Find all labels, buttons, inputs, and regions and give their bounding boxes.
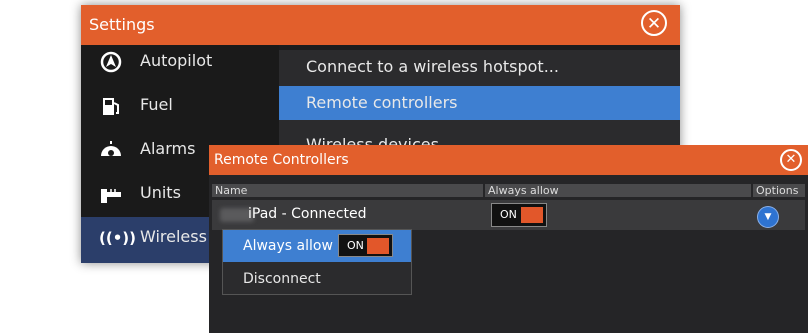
- toggle-state-label: ON: [347, 239, 364, 252]
- sidebar-item-fuel[interactable]: Fuel: [81, 85, 279, 129]
- sidebar-item-label: Alarms: [140, 139, 196, 158]
- options-chevron-down-icon[interactable]: ▼: [758, 207, 778, 227]
- alarm-icon: [99, 139, 123, 161]
- column-header-name: Name: [212, 184, 483, 197]
- column-header-always-allow: Always allow: [485, 184, 751, 197]
- fuel-icon: [99, 95, 123, 117]
- sidebar-item-label: Wireless: [140, 227, 207, 246]
- submenu-item-connect-hotspot[interactable]: Connect to a wireless hotspot...: [279, 50, 680, 84]
- sidebar-item-label: Autopilot: [140, 51, 213, 70]
- toggle-knob: [367, 238, 389, 254]
- settings-title: Settings: [89, 15, 155, 34]
- table-header: Name Always allow Options: [212, 184, 805, 197]
- popup-always-allow-toggle[interactable]: ON: [338, 234, 393, 257]
- device-name: iPad - Connected: [248, 206, 367, 222]
- toggle-state-label: ON: [500, 208, 517, 221]
- submenu-item-label: Connect to a wireless hotspot...: [306, 57, 559, 76]
- dialog-header: Remote Controllers ✕: [209, 145, 808, 175]
- row-options-popup: Always allow ON Disconnect: [222, 229, 412, 295]
- popup-item-label: Always allow: [243, 238, 333, 254]
- sidebar-item-label: Units: [140, 183, 181, 202]
- sidebar-item-label: Fuel: [140, 95, 173, 114]
- popup-item-disconnect[interactable]: Disconnect: [243, 271, 321, 287]
- toggle-knob: [521, 207, 543, 223]
- always-allow-toggle[interactable]: ON: [491, 203, 547, 227]
- units-icon: [99, 183, 123, 205]
- close-icon[interactable]: ✕: [641, 10, 667, 36]
- sidebar-item-autopilot[interactable]: Autopilot: [81, 41, 279, 85]
- submenu-item-label: Remote controllers: [306, 93, 458, 112]
- wireless-icon: ((•)): [99, 229, 137, 247]
- close-icon[interactable]: ✕: [780, 149, 802, 171]
- settings-header: Settings ✕: [81, 5, 680, 45]
- popup-item-always-allow[interactable]: Always allow ON: [223, 230, 411, 262]
- column-header-options: Options: [753, 184, 805, 197]
- submenu-item-remote-controllers[interactable]: Remote controllers: [279, 86, 680, 120]
- autopilot-icon: [99, 51, 123, 73]
- dialog-title: Remote Controllers: [214, 152, 349, 168]
